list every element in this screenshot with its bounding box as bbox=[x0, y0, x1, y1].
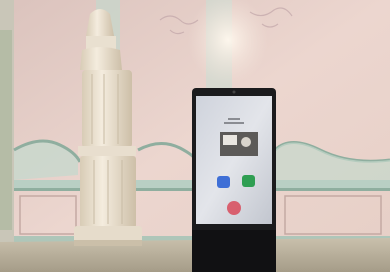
photo-scene bbox=[0, 0, 390, 272]
app-icon-blue bbox=[217, 176, 230, 188]
room-illustration bbox=[0, 0, 390, 272]
digital-kiosk bbox=[192, 88, 276, 272]
app-icon-green bbox=[242, 175, 255, 187]
app-icon-red bbox=[227, 201, 241, 215]
